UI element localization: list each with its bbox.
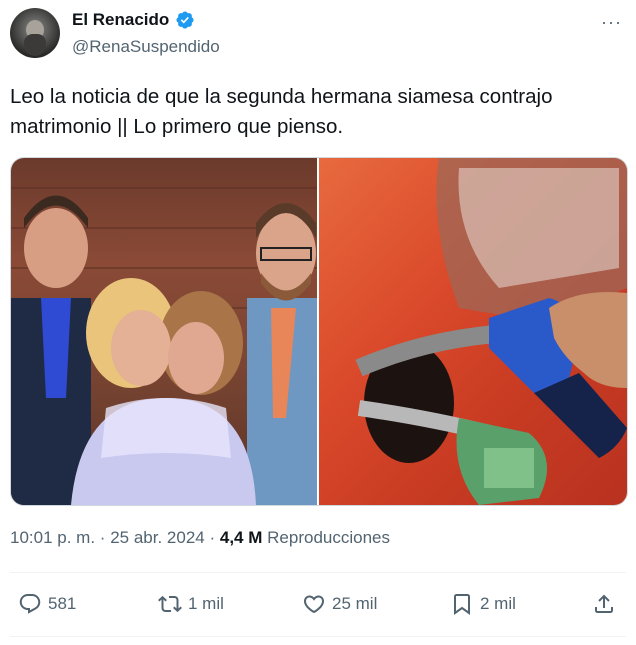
meta-separator-2: · [209, 528, 216, 547]
share-button[interactable] [592, 592, 616, 616]
share-icon [595, 594, 613, 613]
tweet-text-line-1: Leo la noticia de que la segunda hermana… [10, 85, 553, 108]
repost-button[interactable]: 1 mil [158, 592, 224, 616]
avatar[interactable] [10, 8, 60, 58]
repost-icon [158, 595, 182, 613]
fuel-nozzle-photo-art [355, 158, 627, 505]
verified-badge-icon [176, 11, 194, 29]
divider-bottom [10, 636, 626, 637]
more-icon[interactable]: ··· [601, 12, 622, 33]
repost-count: 1 mil [188, 594, 224, 613]
wedding-photo-art [11, 187, 317, 505]
reply-count: 581 [48, 594, 77, 613]
author-handle[interactable]: @RenaSuspendido [72, 37, 220, 57]
divider-top [10, 572, 626, 573]
like-icon [303, 595, 325, 614]
tweet-date[interactable]: 25 abr. 2024 [110, 528, 205, 547]
meta-separator-1: · [99, 528, 106, 547]
wedding-photo[interactable] [11, 158, 317, 505]
fuel-nozzle-photo[interactable] [319, 158, 627, 505]
action-bar: 581 1 mil 25 mil 2 mil [10, 588, 626, 624]
like-button[interactable]: 25 mil [302, 592, 377, 616]
bookmark-icon [454, 594, 470, 615]
views-count: 4,4 M [219, 528, 263, 547]
display-name[interactable]: El Renacido [72, 10, 169, 30]
author-name-row: El Renacido [72, 10, 195, 30]
bookmark-count: 2 mil [480, 594, 516, 613]
avatar-beard [24, 34, 46, 56]
tweet-text-line-2: matrimonio || Lo primero que pienso. [10, 115, 344, 138]
tweet-meta: 10:01 p. m. · 25 abr. 2024 · 4,4 M Repro… [10, 528, 390, 548]
views-label: Reproducciones [267, 528, 390, 547]
reply-icon [19, 594, 41, 614]
like-count: 25 mil [332, 594, 378, 613]
media-grid[interactable] [10, 157, 628, 506]
tweet-time[interactable]: 10:01 p. m. [10, 528, 95, 547]
bookmark-button[interactable]: 2 mil [450, 592, 516, 616]
tweet-text: Leo la noticia de que la segunda hermana… [10, 82, 620, 142]
reply-button[interactable]: 581 [18, 592, 76, 616]
